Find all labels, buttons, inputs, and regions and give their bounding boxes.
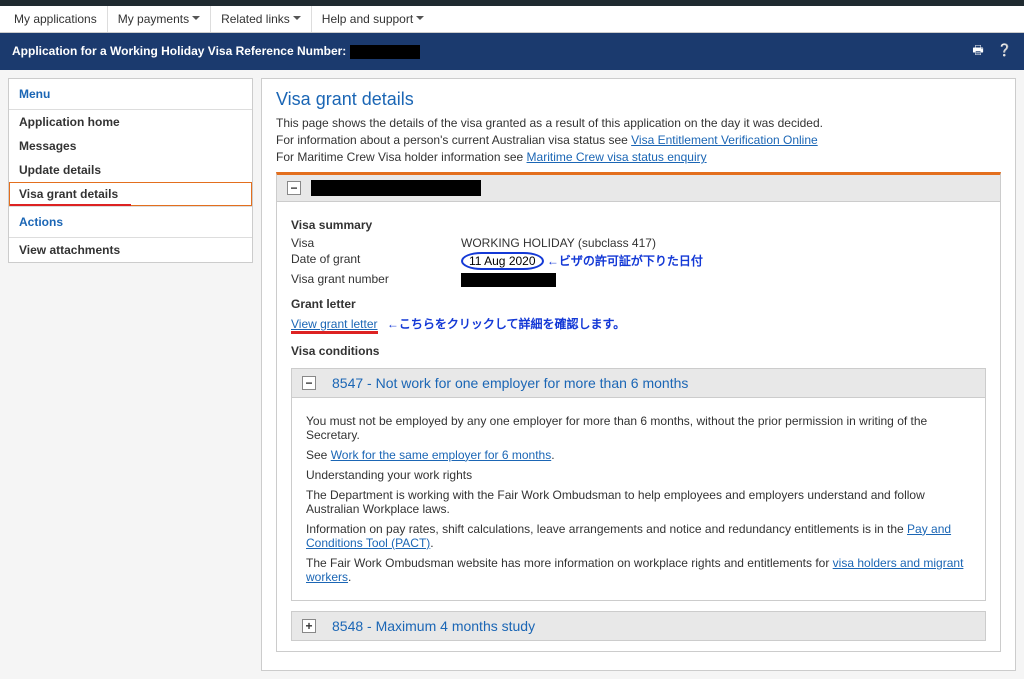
link-same-employer[interactable]: Work for the same employer for 6 months: [331, 448, 552, 462]
main-content: Visa grant details This page shows the d…: [261, 78, 1016, 671]
c8547-p3: Understanding your work rights: [306, 468, 971, 482]
redacted-name: [311, 180, 481, 196]
sidebar-item-view-attachments[interactable]: View attachments: [9, 238, 252, 262]
intro-text-2: For information about a person's current…: [276, 133, 1001, 147]
label-date-of-grant: Date of grant: [291, 252, 461, 270]
chevron-down-icon: [192, 16, 200, 24]
link-maritime[interactable]: Maritime Crew visa status enquiry: [527, 150, 707, 164]
page-title: Visa grant details: [276, 89, 1001, 110]
nav-my-payments[interactable]: My payments: [108, 6, 211, 32]
c8547-p1: You must not be employed by any one empl…: [306, 414, 971, 442]
label-grant-number: Visa grant number: [291, 272, 461, 287]
value-visa: WORKING HOLIDAY (subclass 417): [461, 236, 656, 250]
value-date-of-grant: 11 Aug 2020: [461, 252, 544, 270]
sidebar-actions-heading: Actions: [9, 206, 252, 238]
nav-related-links[interactable]: Related links: [211, 6, 312, 32]
annotation-grant-letter: ←こちらをクリックして詳細を確認します。: [387, 317, 625, 331]
applicant-box: − Visa summary VisaWORKING HOLIDAY (subc…: [276, 172, 1001, 652]
nav-help[interactable]: Help and support: [312, 6, 434, 32]
sidebar-item-update[interactable]: Update details: [9, 158, 252, 182]
top-nav: My applications My payments Related link…: [0, 6, 1024, 33]
link-vevo[interactable]: Visa Entitlement Verification Online: [631, 133, 818, 147]
label-visa: Visa: [291, 236, 461, 250]
grant-letter-heading: Grant letter: [291, 297, 986, 311]
chevron-down-icon: [293, 16, 301, 24]
sidebar-item-messages[interactable]: Messages: [9, 134, 252, 158]
condition-8547-title: 8547 - Not work for one employer for mor…: [332, 375, 688, 391]
c8547-p4: The Department is working with the Fair …: [306, 488, 971, 516]
condition-8548-title: 8548 - Maximum 4 months study: [332, 618, 535, 634]
intro-text-1: This page shows the details of the visa …: [276, 116, 1001, 130]
c8547-p2: See Work for the same employer for 6 mon…: [306, 448, 971, 462]
page-header: Application for a Working Holiday Visa R…: [0, 33, 1024, 70]
sidebar-menu-heading: Menu: [9, 79, 252, 110]
c8547-p6: The Fair Work Ombudsman website has more…: [306, 556, 971, 584]
redacted-reference: [350, 45, 420, 59]
sidebar-item-grant-details[interactable]: Visa grant details: [9, 182, 252, 206]
print-icon[interactable]: 🖶: [972, 43, 983, 57]
c8547-p5: Information on pay rates, shift calculat…: [306, 522, 971, 550]
collapse-toggle-8547[interactable]: −: [302, 376, 316, 390]
visa-summary-heading: Visa summary: [291, 218, 986, 232]
visa-conditions-heading: Visa conditions: [291, 344, 986, 358]
nav-my-applications[interactable]: My applications: [4, 6, 108, 32]
condition-8547: − 8547 - Not work for one employer for m…: [291, 368, 986, 601]
chevron-down-icon: [416, 16, 424, 24]
help-icon[interactable]: ❔: [997, 43, 1012, 57]
annotation-date: ←ビザの許可証が下りた日付: [547, 254, 703, 268]
header-title: Application for a Working Holiday Visa R…: [12, 44, 346, 58]
collapse-toggle[interactable]: −: [287, 181, 301, 195]
condition-8548: + 8548 - Maximum 4 months study: [291, 611, 986, 641]
redacted-grant-number: [461, 273, 556, 287]
expand-toggle-8548[interactable]: +: [302, 619, 316, 633]
intro-text-3: For Maritime Crew Visa holder informatio…: [276, 150, 1001, 164]
link-view-grant-letter[interactable]: View grant letter: [291, 317, 378, 334]
sidebar: Menu Application home Messages Update de…: [8, 78, 253, 263]
sidebar-item-home[interactable]: Application home: [9, 110, 252, 134]
